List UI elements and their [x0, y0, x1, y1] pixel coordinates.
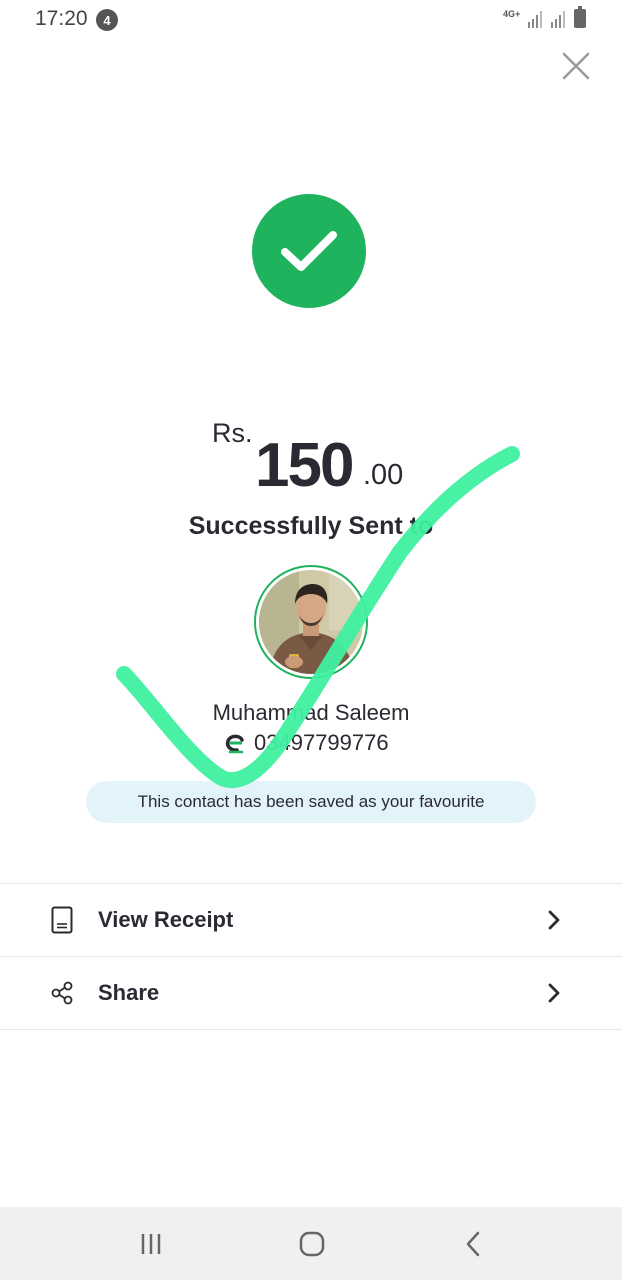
recent-apps-icon[interactable]: [134, 1227, 168, 1261]
view-receipt-label: View Receipt: [98, 907, 234, 932]
status-bar: 17:20 4 4G+: [0, 0, 622, 40]
status-time: 17:20: [35, 7, 88, 30]
transaction-status-text: Successfully Sent to: [188, 512, 434, 540]
system-navigation-bar: [0, 1207, 622, 1280]
home-icon[interactable]: [295, 1227, 329, 1261]
close-button[interactable]: [560, 50, 592, 82]
share-button[interactable]: Share: [0, 957, 622, 1030]
success-indicator: [252, 194, 366, 308]
receipt-icon: [50, 906, 74, 934]
chevron-right-icon: [548, 983, 560, 1003]
favourite-saved-banner: This contact has been saved as your favo…: [86, 781, 536, 823]
notification-count-badge: 4: [96, 9, 118, 31]
signal-strength-icon: [551, 11, 565, 28]
action-list: View Receipt Share: [0, 883, 622, 1030]
recipient-phone-row: 03497799776: [224, 730, 389, 756]
view-receipt-button[interactable]: View Receipt: [0, 884, 622, 957]
recipient-phone: 03497799776: [254, 730, 389, 755]
chevron-right-icon: [548, 910, 560, 930]
share-label: Share: [98, 980, 160, 1005]
amount-currency: Rs.: [212, 418, 253, 448]
close-icon: [562, 52, 590, 80]
network-type-label: 4G+: [503, 9, 521, 19]
back-icon[interactable]: [457, 1227, 491, 1261]
payment-success-screen: 17:20 4 4G+ Rs. 150 .00 Successfully Sen…: [0, 0, 622, 1280]
battery-icon: [574, 6, 586, 28]
checkmark-icon: [281, 231, 337, 271]
recipient-name: Muhammad Saleem: [212, 700, 410, 725]
amount-decimal: .00: [363, 459, 404, 491]
amount-value: 150: [255, 431, 354, 500]
recipient-photo: [259, 570, 363, 674]
recipient-avatar: [254, 565, 368, 679]
signal-strength-icon: [528, 11, 542, 28]
wallet-brand-icon: [225, 734, 244, 754]
share-icon: [50, 979, 74, 1007]
